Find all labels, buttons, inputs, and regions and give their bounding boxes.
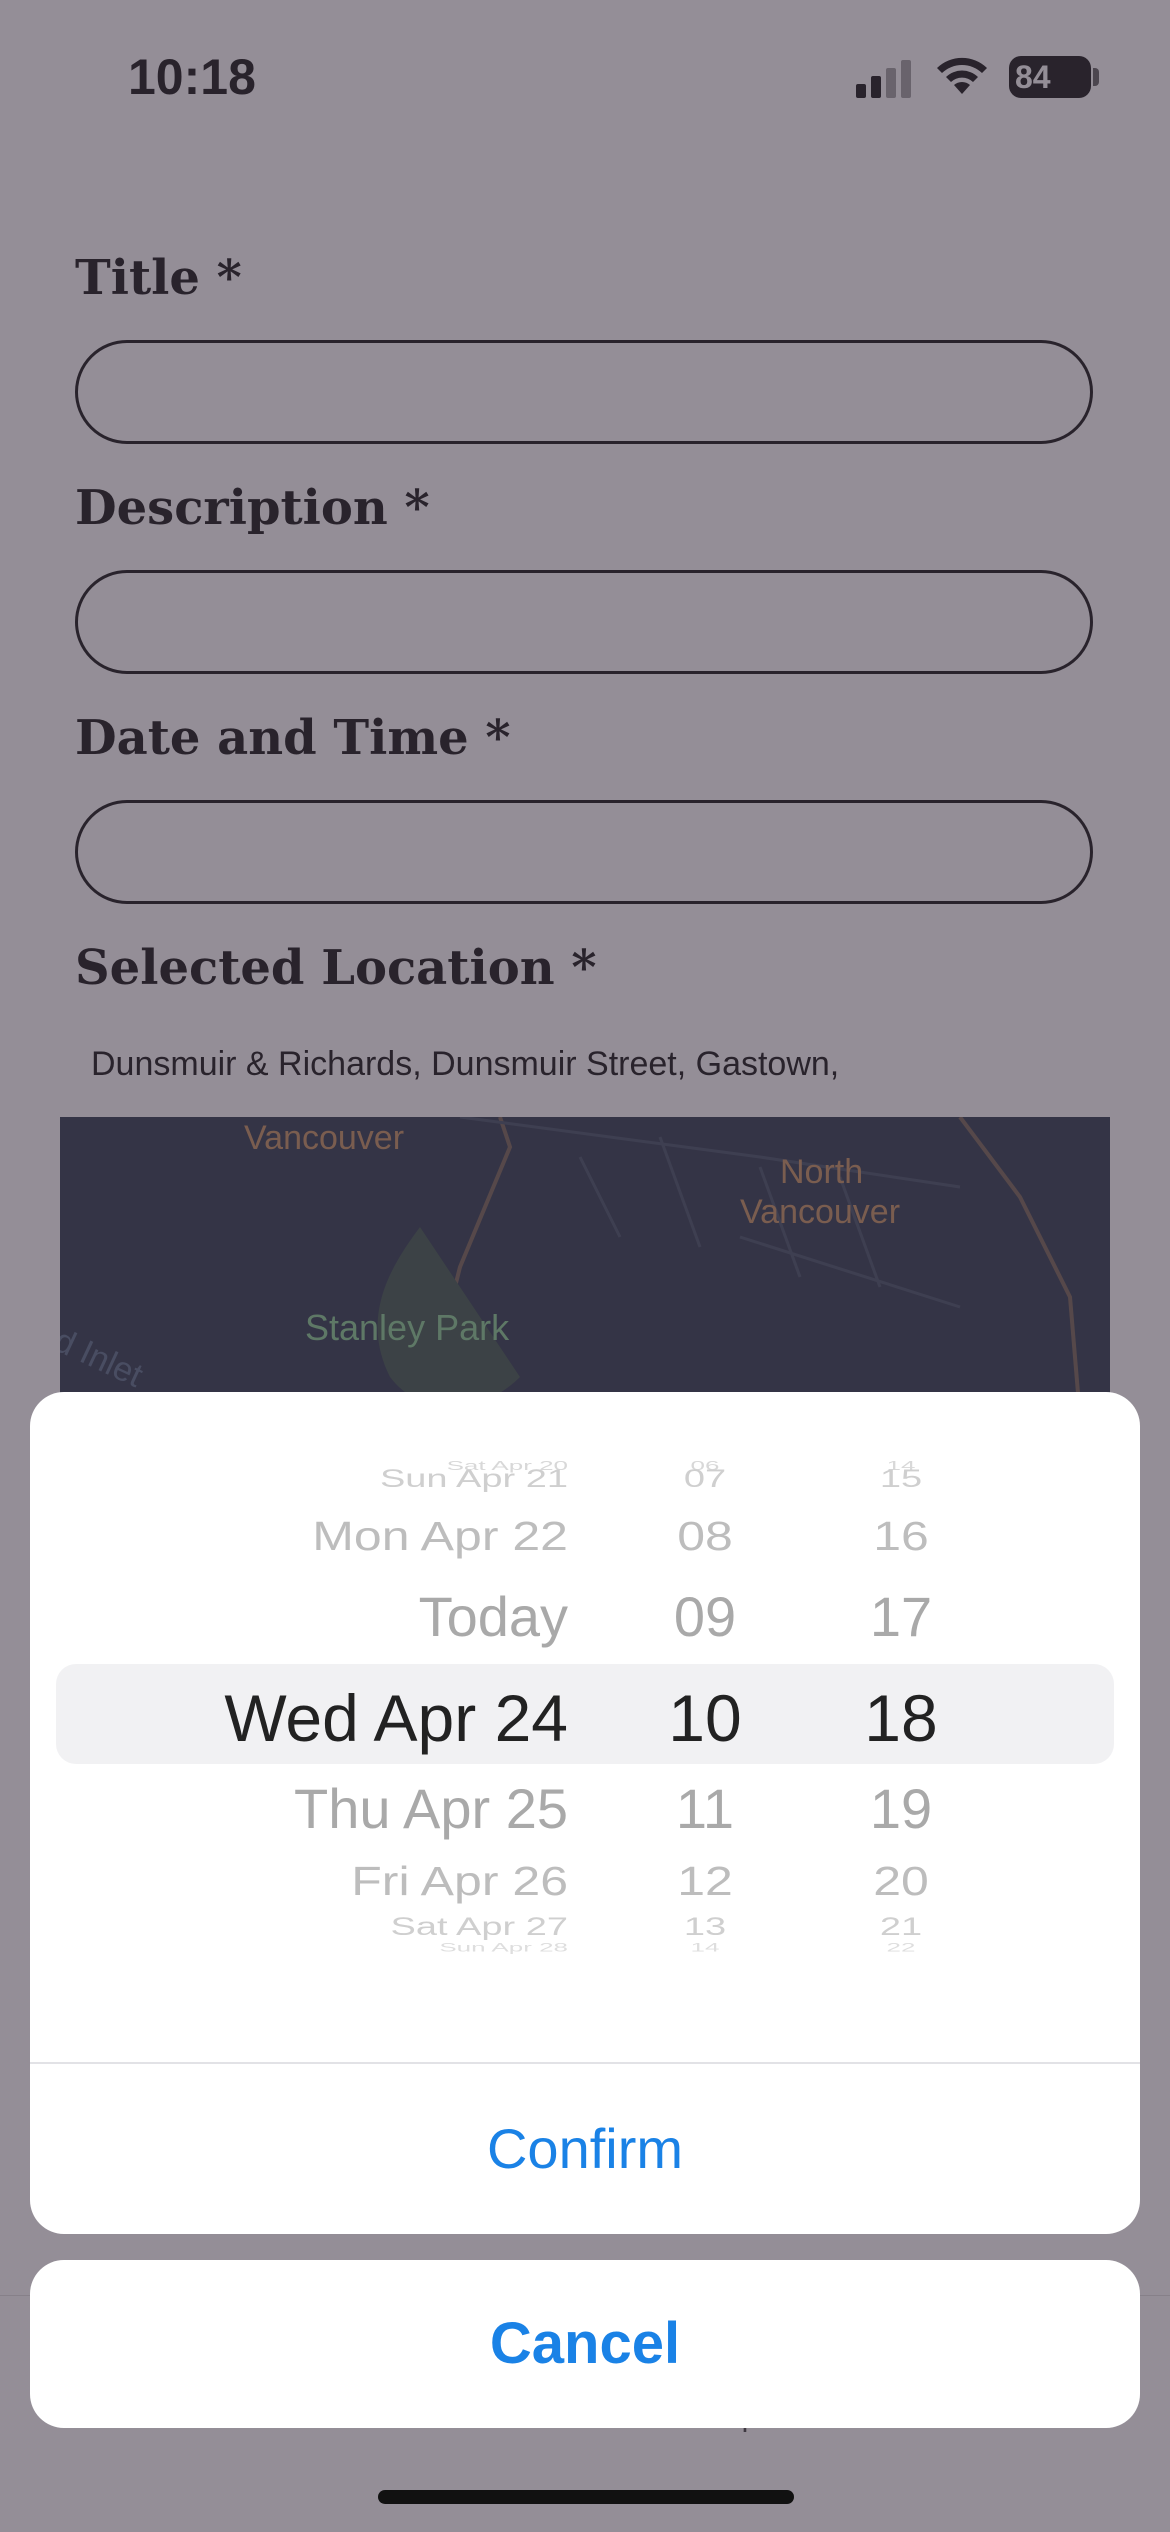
picker-date-option[interactable]: Sun Apr 28 xyxy=(439,1941,568,1955)
status-bar: 10:18 84 xyxy=(0,0,1170,150)
cancel-button[interactable]: Cancel xyxy=(30,2260,1140,2428)
picker-date-option[interactable]: Thu Apr 25 xyxy=(294,1776,568,1841)
map-label-north: North xyxy=(780,1153,864,1191)
picker-minute-option[interactable]: 21 xyxy=(836,1914,966,1942)
map-label-north-vancouver: Vancouver xyxy=(740,1193,901,1231)
status-time: 10:18 xyxy=(128,49,256,105)
picker-minute-option[interactable]: 16 xyxy=(836,1512,966,1560)
title-label: Title * xyxy=(75,250,242,306)
battery-indicator: 84 xyxy=(1009,56,1091,98)
location-map[interactable]: Vancouver North Vancouver Stanley Park d… xyxy=(60,1117,1110,1417)
picker-minute-option[interactable]: 15 xyxy=(836,1466,966,1494)
picker-hour-option[interactable]: 13 xyxy=(640,1914,770,1942)
datetime-label: Date and Time * xyxy=(75,710,511,766)
wifi-icon xyxy=(937,57,987,94)
picker-minute-option[interactable]: 17 xyxy=(836,1584,966,1649)
picker-hour-option[interactable]: 14 xyxy=(640,1941,770,1955)
datetime-picker-sheet: Sat Apr 20 Sun Apr 21 Mon Apr 22 Today W… xyxy=(30,1392,1140,2234)
picker-hour-option[interactable]: 11 xyxy=(640,1776,770,1841)
map-roads xyxy=(377,1117,1082,1417)
picker-date-selected[interactable]: Wed Apr 24 xyxy=(224,1680,568,1756)
picker-date-option[interactable]: Sun Apr 21 xyxy=(380,1466,568,1494)
battery-tip xyxy=(1093,68,1099,86)
picker-date-option[interactable]: Fri Apr 26 xyxy=(351,1857,568,1905)
picker-date-option[interactable]: Today xyxy=(419,1584,568,1649)
confirm-button[interactable]: Confirm xyxy=(30,2064,1140,2234)
selected-address: Dunsmuir & Richards, Dunsmuir Street, Ga… xyxy=(91,1045,840,1083)
location-label: Selected Location * xyxy=(75,940,597,996)
description-label: Description * xyxy=(75,480,430,536)
description-input[interactable] xyxy=(75,570,1093,674)
cellular-signal-icon xyxy=(856,60,911,98)
picker-minute-selected[interactable]: 18 xyxy=(836,1680,966,1756)
picker-hour-option[interactable]: 12 xyxy=(640,1857,770,1905)
picker-hour-option[interactable]: 09 xyxy=(640,1584,770,1649)
map-label-vancouver: Vancouver xyxy=(244,1119,405,1157)
picker-date-option[interactable]: Sat Apr 27 xyxy=(391,1914,568,1942)
picker-minute-option[interactable]: 22 xyxy=(836,1941,966,1955)
datetime-picker[interactable]: Sat Apr 20 Sun Apr 21 Mon Apr 22 Today W… xyxy=(30,1392,1140,2072)
picker-hour-option[interactable]: 07 xyxy=(640,1466,770,1494)
picker-minute-option[interactable]: 19 xyxy=(836,1776,966,1841)
title-input[interactable] xyxy=(75,340,1093,444)
map-label-stanley-park: Stanley Park xyxy=(305,1307,510,1348)
datetime-input[interactable] xyxy=(75,800,1093,904)
home-indicator[interactable] xyxy=(378,2490,794,2504)
picker-hour-selected[interactable]: 10 xyxy=(640,1680,770,1756)
picker-hour-option[interactable]: 08 xyxy=(640,1512,770,1560)
picker-date-option[interactable]: Mon Apr 22 xyxy=(312,1512,568,1560)
picker-minute-option[interactable]: 20 xyxy=(836,1857,966,1905)
